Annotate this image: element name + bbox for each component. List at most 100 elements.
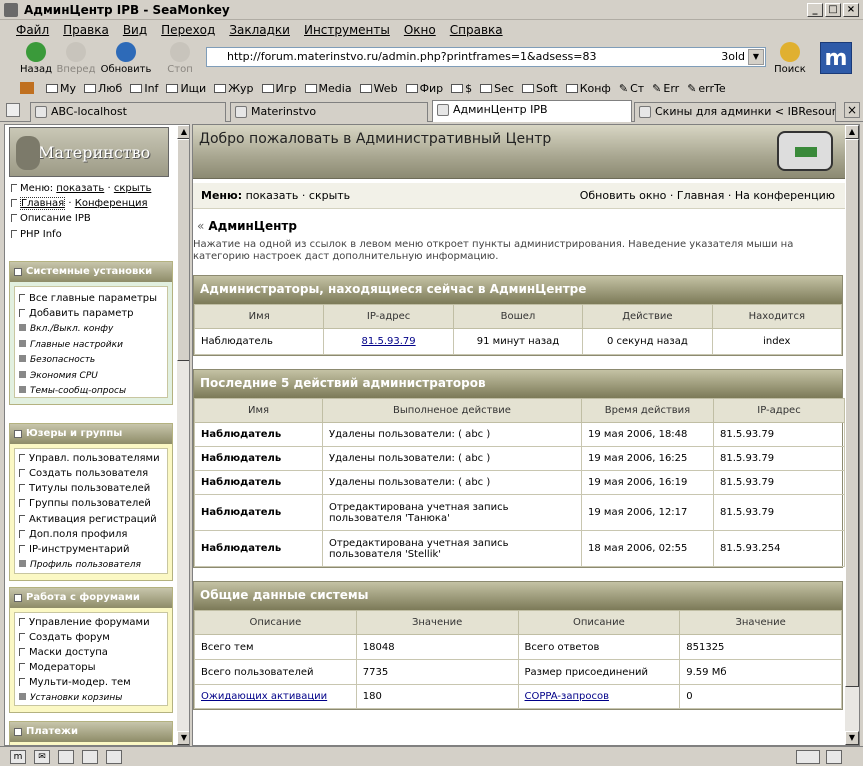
menu-bookmarks[interactable]: Закладки xyxy=(229,23,290,37)
bookmark-folder[interactable]: Жур xyxy=(214,82,254,95)
left-hide-link[interactable]: скрыть xyxy=(114,183,152,194)
bookmark-folder[interactable]: Фир xyxy=(405,82,443,95)
menu-item[interactable]: Титулы пользователей xyxy=(19,483,150,494)
stop-button[interactable]: Стоп xyxy=(156,40,204,78)
section-header[interactable]: Работа с форумами xyxy=(10,588,172,608)
admins-online-panel: Администраторы, находящиеся сейчас в Адм… xyxy=(193,275,843,356)
menu-help[interactable]: Справка xyxy=(450,23,503,37)
menu-item[interactable]: Добавить параметр xyxy=(19,308,134,319)
menu-item[interactable]: Доп.поля профиля xyxy=(19,529,127,540)
php-info-link[interactable]: PHP Info xyxy=(11,229,62,240)
menu-item[interactable]: Создать пользователя xyxy=(19,468,148,479)
section-header[interactable]: Юзеры и группы xyxy=(10,424,172,444)
menu-item[interactable]: Группы пользователей xyxy=(19,498,151,509)
maximize-button[interactable]: □ xyxy=(825,3,841,17)
tab-admincenter[interactable]: АдминЦентр IPB xyxy=(432,100,632,122)
content-nav-links[interactable]: Обновить окно · Главная · На конференцию xyxy=(580,189,835,202)
menu-item[interactable]: Экономия CPU xyxy=(19,371,98,381)
addressbook-icon[interactable] xyxy=(106,750,122,764)
menu-edit[interactable]: Правка xyxy=(63,23,109,37)
section-header[interactable]: Системные установки xyxy=(10,262,172,282)
menu-tools[interactable]: Инструменты xyxy=(304,23,390,37)
menu-item[interactable]: Главные настройки xyxy=(19,340,123,350)
stop-icon xyxy=(170,42,190,62)
left-scrollbar[interactable]: ▲ ▼ xyxy=(177,125,189,745)
bookmark-folder[interactable]: Inf xyxy=(130,82,158,95)
folder-icon xyxy=(261,83,274,93)
tab-list-icon[interactable] xyxy=(6,103,20,117)
folder-icon xyxy=(565,83,578,93)
menu-window[interactable]: Окно xyxy=(404,23,436,37)
scroll-down-icon[interactable]: ▼ xyxy=(177,731,189,745)
bookmark-folder[interactable]: My xyxy=(46,82,76,95)
search-button[interactable]: Поиск xyxy=(766,40,814,78)
admin-header: Добро пожаловать в Административный Цент… xyxy=(193,125,845,179)
scroll-down-icon[interactable]: ▼ xyxy=(845,731,859,745)
pending-activation-link[interactable]: Ожидающих активации xyxy=(201,691,327,702)
menu-item[interactable]: Вкл./Выкл. конфу xyxy=(19,324,113,334)
search-icon xyxy=(780,42,800,62)
menu-item[interactable]: Мульти-модер. тем xyxy=(19,677,131,688)
bookmark-link[interactable]: ✎ errTe xyxy=(687,82,725,95)
conference-link[interactable]: Конференция xyxy=(75,198,148,209)
bookmark-link[interactable]: ✎ Ст xyxy=(619,82,644,95)
forward-button[interactable]: Вперед xyxy=(52,40,100,78)
bookmark-folder[interactable]: Игр xyxy=(261,82,297,95)
mail-icon[interactable]: ✉ xyxy=(34,750,50,764)
close-button[interactable]: × xyxy=(843,3,859,17)
bookmark-folder[interactable]: Media xyxy=(304,82,352,95)
menu-item[interactable]: Профиль пользователя xyxy=(19,560,141,570)
main-link[interactable]: Главная xyxy=(20,197,66,210)
reload-button[interactable]: Обновить xyxy=(100,40,152,78)
tab-materinstvo[interactable]: Materinstvo xyxy=(230,102,428,122)
url-dropdown-button[interactable]: ▼ xyxy=(748,49,764,65)
chat-icon[interactable] xyxy=(82,750,98,764)
minimize-button[interactable]: _ xyxy=(807,3,823,17)
menu-item[interactable]: Безопасность xyxy=(19,355,95,365)
tab-skins[interactable]: Скины для админки < IBResour... xyxy=(634,102,836,122)
menu-item[interactable]: Темы-сообщ-опросы xyxy=(19,386,126,396)
bookmark-link[interactable]: ✎ Err xyxy=(652,82,679,95)
scroll-up-icon[interactable]: ▲ xyxy=(177,125,189,139)
content-hide-link[interactable]: скрыть xyxy=(309,189,350,202)
folder-icon xyxy=(166,83,179,93)
bookmark-folder[interactable]: Web xyxy=(359,82,398,95)
menu-view[interactable]: Вид xyxy=(123,23,147,37)
scroll-up-icon[interactable]: ▲ xyxy=(845,125,859,139)
menu-item[interactable]: Управление форумами xyxy=(19,617,150,628)
home-icon[interactable] xyxy=(20,82,34,94)
browser-icon[interactable]: m xyxy=(10,750,26,764)
tab-abc-localhost[interactable]: ABC-localhost xyxy=(30,102,226,122)
url-input[interactable]: http://forum.materinstvo.ru/admin.php?pr… xyxy=(206,47,766,67)
menu-go[interactable]: Переход xyxy=(161,23,215,37)
section-header[interactable]: Платежи xyxy=(10,722,172,742)
menu-item[interactable]: Все главные параметры xyxy=(19,293,157,304)
triangle-icon xyxy=(11,230,17,238)
close-tab-button[interactable]: × xyxy=(844,102,860,118)
menu-item[interactable]: Модераторы xyxy=(19,662,95,673)
scroll-thumb[interactable] xyxy=(177,139,189,361)
composer-icon[interactable] xyxy=(58,750,74,764)
coppa-requests-link[interactable]: COPPA-запросов xyxy=(525,691,609,702)
menu-file[interactable]: Файл xyxy=(16,23,49,37)
menu-item[interactable]: Управл. пользователями xyxy=(19,453,160,464)
menu-item[interactable]: Создать форум xyxy=(19,632,110,643)
ip-link[interactable]: 81.5.93.79 xyxy=(362,336,416,347)
menu-item[interactable]: Маски доступа xyxy=(19,647,108,658)
bookmark-folder[interactable]: Sec xyxy=(480,82,514,95)
content-scrollbar[interactable]: ▲ ▼ xyxy=(845,125,859,745)
bookmark-folder[interactable]: Ищи xyxy=(166,82,206,95)
back-arrow-icon xyxy=(26,42,46,62)
ipb-info-link[interactable]: Описание IPB xyxy=(11,213,91,224)
menu-item[interactable]: IP-инструментарий xyxy=(19,544,130,555)
bookmark-folder[interactable]: Soft xyxy=(521,82,558,95)
menu-item[interactable]: Установки корзины xyxy=(19,693,122,703)
left-show-link[interactable]: показать xyxy=(56,183,104,194)
bookmark-folder[interactable]: $ xyxy=(451,82,472,95)
menu-item[interactable]: Активация регистраций xyxy=(19,514,157,525)
browser-brand-icon[interactable]: m xyxy=(820,42,852,74)
bookmark-folder[interactable]: Люб xyxy=(84,82,122,95)
bookmark-folder[interactable]: Конф xyxy=(565,82,611,95)
scroll-thumb[interactable] xyxy=(845,139,859,687)
content-show-link[interactable]: показать xyxy=(246,189,299,202)
